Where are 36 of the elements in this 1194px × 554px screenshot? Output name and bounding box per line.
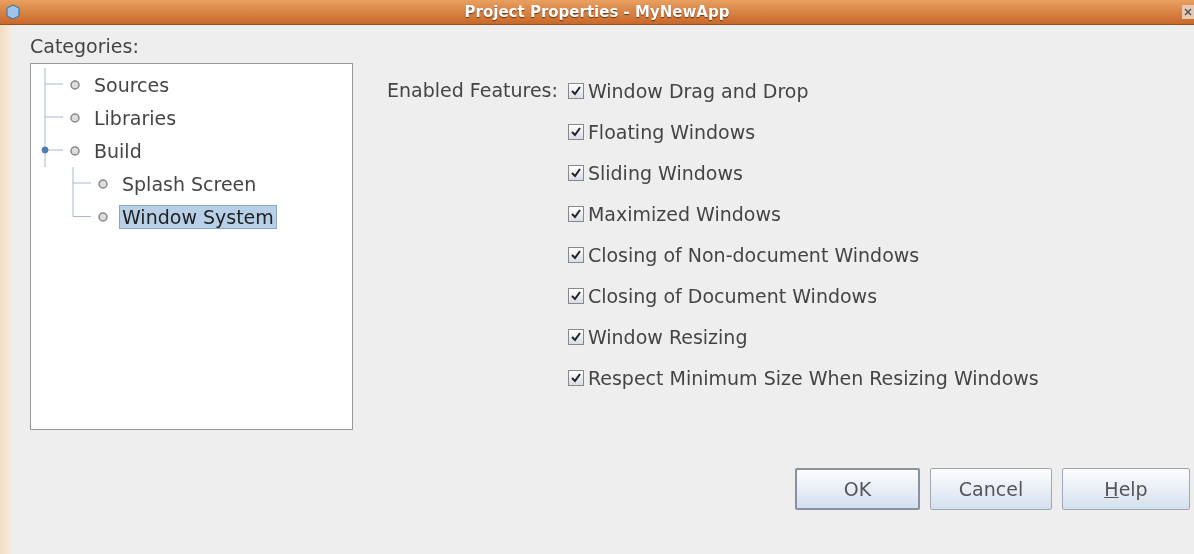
tree-line-icon [44,68,64,101]
app-icon [6,4,20,20]
tree-node-icon [69,144,81,157]
features-label: Enabled Features: [387,78,558,103]
tree-item[interactable]: Splash Screen [119,171,260,196]
checkbox[interactable] [567,82,584,99]
checkbox[interactable] [567,287,584,304]
tree-item[interactable]: Sources [91,72,173,97]
checkbox-label: Sliding Windows [587,161,743,184]
checkbox[interactable] [567,164,584,181]
checkbox-label: Closing of Non-document Windows [587,243,920,266]
checkbox-label: Maximized Windows [587,202,781,225]
dialog-button[interactable]: OK [795,468,920,510]
checkbox[interactable] [567,246,584,263]
tree-item[interactable]: Window System [119,204,277,229]
checkbox-label: Window Drag and Drop [587,79,809,102]
tree-item[interactable]: Libraries [91,105,180,130]
checkbox-label: Floating Windows [587,120,756,143]
tree-node-icon [69,78,81,91]
close-icon[interactable] [1182,5,1194,19]
tree-line-icon [44,101,64,134]
checkbox[interactable] [567,205,584,222]
tree-node-icon [69,111,81,124]
tree-item[interactable]: Build [91,138,145,163]
checkbox[interactable] [567,123,584,140]
dialog-button[interactable]: Help [1062,468,1190,510]
checkbox-label: Closing of Document Windows [587,284,878,307]
checkbox-label: Window Resizing [587,325,748,348]
checkbox[interactable] [567,369,584,386]
checkbox[interactable] [567,328,584,345]
dialog-button[interactable]: Cancel [930,468,1052,510]
checkbox-label: Respect Minimum Size When Resizing Windows [587,366,1039,389]
window-title: Project Properties - MyNewApp [464,3,730,21]
tree-node-icon [97,210,109,223]
tree-node-icon [97,177,109,190]
categories-label: Categories: [30,35,140,57]
